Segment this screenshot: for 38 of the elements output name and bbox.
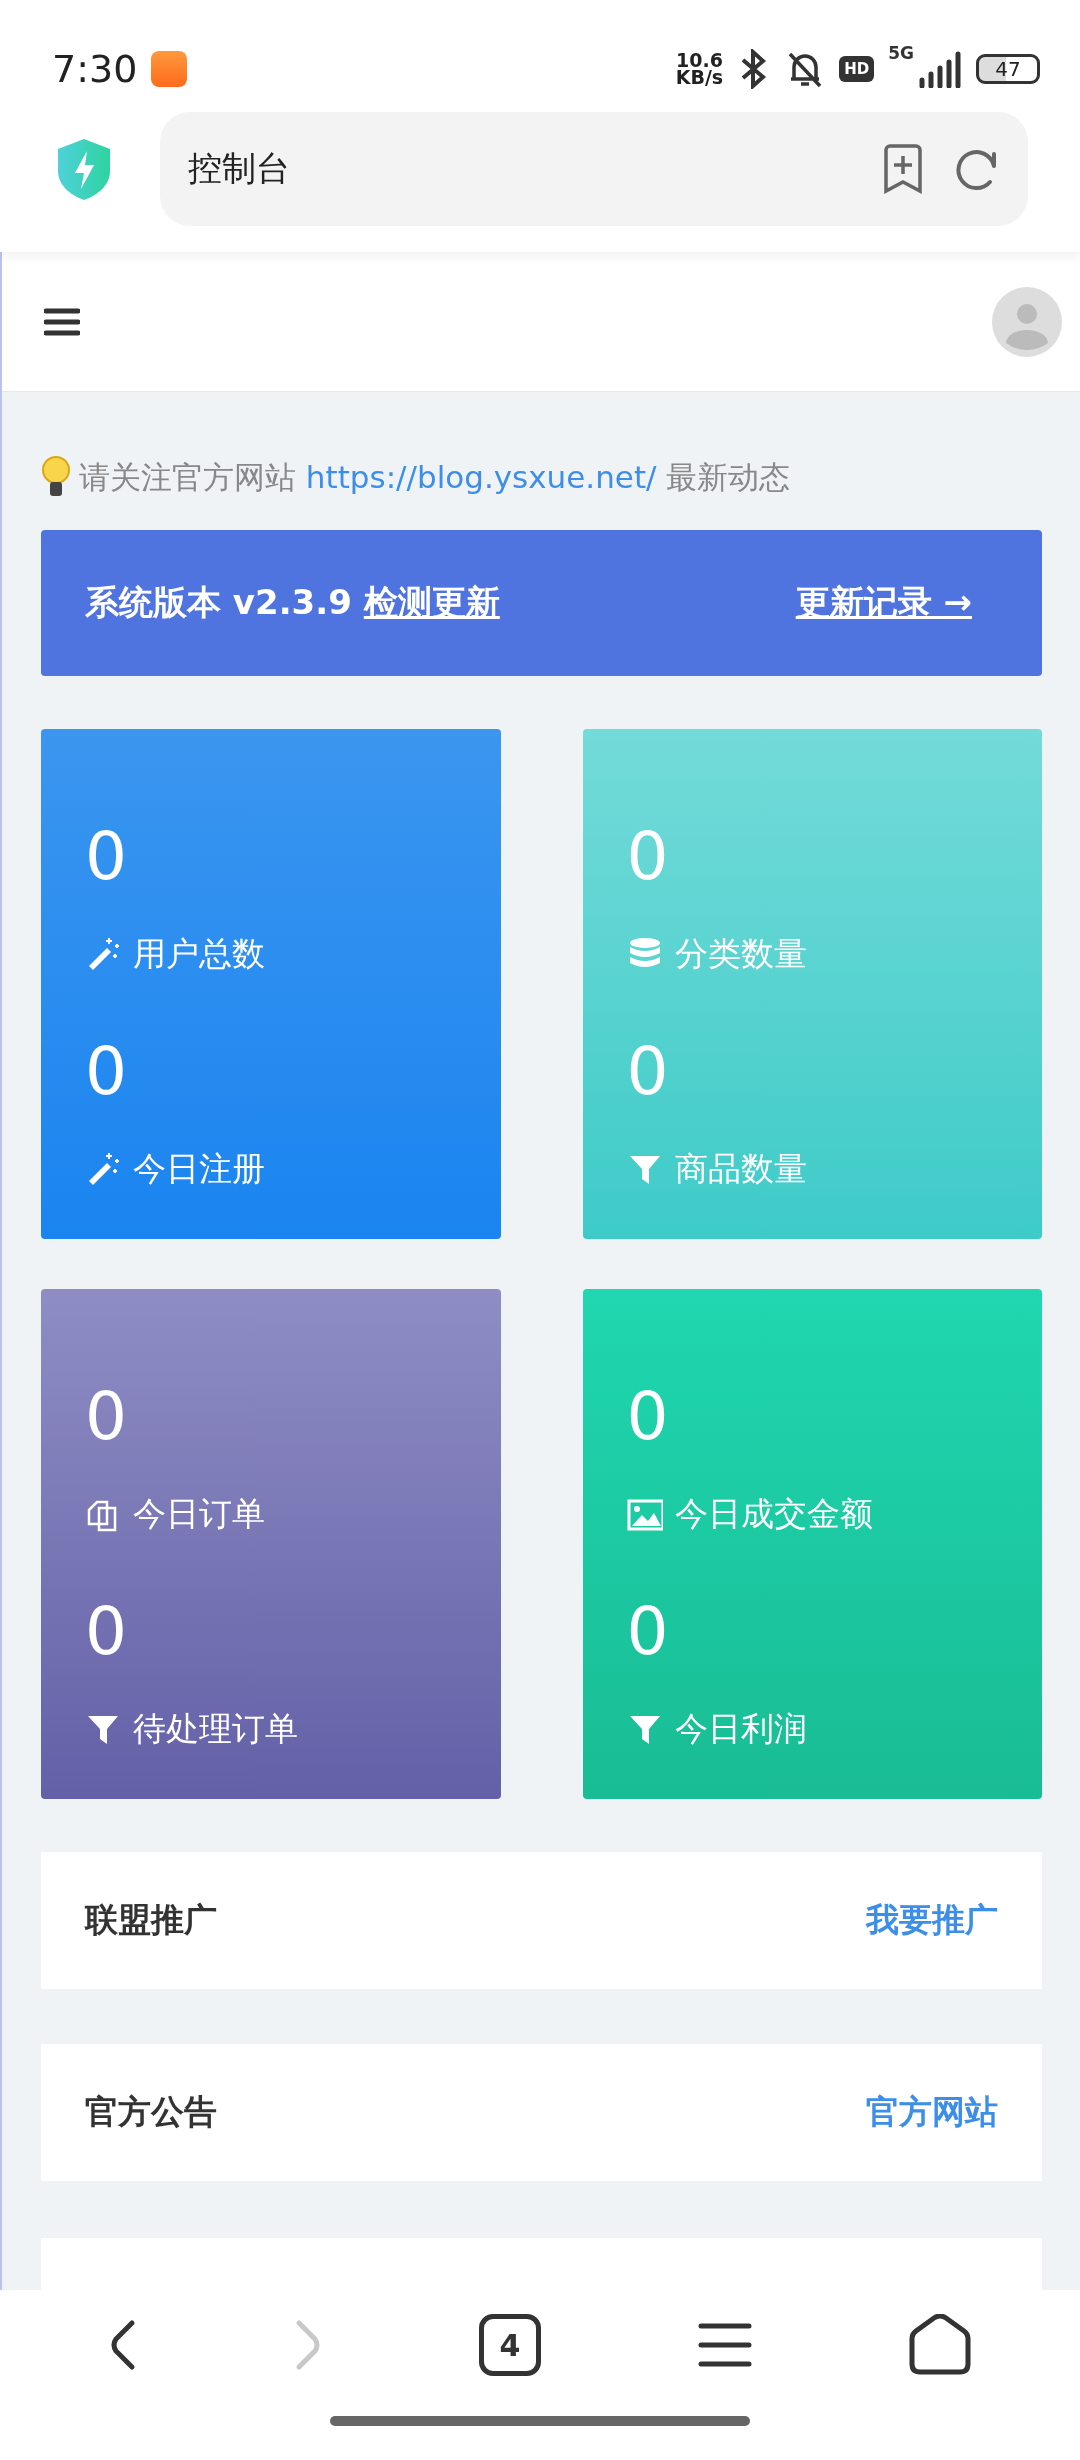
section-link[interactable]: 我要推广 [866,1898,998,1943]
stat-value: 0 [626,1377,670,1457]
address-bar[interactable]: 控制台 [160,112,1028,226]
stat-value: 0 [85,1592,128,1672]
stat-value: 0 [85,1377,128,1457]
shopping-app-icon [151,51,188,87]
stat-label: 今日利润 [674,1708,807,1750]
hd-badge: HD [839,56,875,82]
section-link[interactable]: 官方网站 [866,2090,998,2135]
battery-indicator: 47 [976,54,1040,84]
stat-label: 商品数量 [674,1148,807,1190]
stat-label: 今日成交金额 [674,1493,873,1535]
check-update-link[interactable]: 检测更新 [363,580,500,626]
tab-count-button[interactable]: 4 [479,2314,541,2376]
network-type: 5G [888,43,914,63]
stat-value: 0 [626,1032,670,1112]
stat-value: 0 [85,1032,128,1112]
add-bookmark-icon[interactable] [882,144,924,194]
notice-text: 请关注官方网站 https://blog.ysxue.net/ 最新动态 [79,458,791,497]
menu-icon[interactable] [44,306,80,337]
section-title: 联盟推广 [85,1899,217,1941]
stat-value: 0 [85,817,128,897]
stat-label: 待处理订单 [133,1708,298,1750]
stat-label: 今日注册 [133,1148,265,1190]
clock: 7:30 [52,47,138,91]
version-label: 系统版本 v2.3.9 [85,581,352,624]
home-icon[interactable] [908,2314,973,2376]
website-link[interactable]: https://blog.ysxue.net/ [305,459,657,495]
signal-icon [918,50,962,88]
changelog-link[interactable]: 更新记录 → [795,580,972,626]
stat-value: 0 [626,817,670,897]
stat-label: 今日订单 [133,1493,265,1535]
stat-label: 用户总数 [133,933,265,975]
stat-label: 分类数量 [674,933,807,975]
section-title: 官方公告 [85,2091,217,2133]
shield-icon [56,137,112,201]
stat-value: 0 [626,1592,670,1672]
network-speed: 10.6 KB/s [675,52,724,86]
